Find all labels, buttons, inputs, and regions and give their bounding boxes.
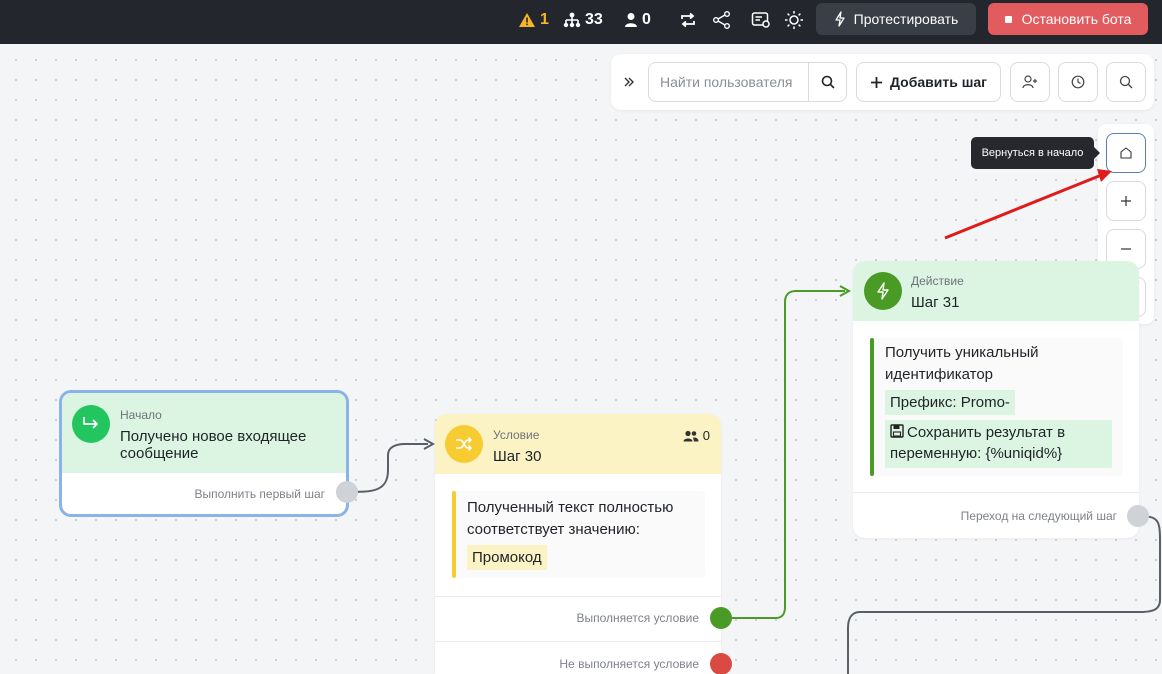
action-output-label: Переход на следующий шаг <box>960 509 1117 523</box>
stop-icon <box>1004 15 1012 23</box>
condition-text: Полученный текст полностью соответствует… <box>467 499 674 538</box>
users-count: 0 <box>642 11 651 28</box>
share-button[interactable] <box>711 9 733 31</box>
action-divider <box>853 492 1139 493</box>
condition-card-bar <box>452 491 456 578</box>
floppy-icon <box>890 424 904 438</box>
condition-node-users-count: 0 <box>702 428 710 443</box>
steps-count: 33 <box>585 11 603 28</box>
top-bar: 1 33 0 Протестировать Остановить бота <box>0 0 1162 44</box>
theme-toggle-button[interactable] <box>783 9 805 31</box>
condition-node-icon <box>445 425 483 463</box>
share-icon <box>713 11 730 29</box>
connection-start-to-condition <box>346 443 428 493</box>
users-icon <box>683 430 699 441</box>
arrow-right-icon <box>83 417 98 429</box>
bot-settings-button[interactable] <box>750 9 772 31</box>
condition-true-label: Выполняется условие <box>576 611 699 625</box>
action-node-title: Шаг 31 <box>911 294 960 311</box>
test-button[interactable]: Протестировать <box>816 3 976 35</box>
start-node-output-port[interactable] <box>336 481 358 503</box>
condition-card: Полученный текст полностью соответствует… <box>452 491 705 578</box>
condition-node-title: Шаг 30 <box>493 448 542 465</box>
condition-divider-1 <box>435 596 721 597</box>
repeat-icon <box>681 12 695 28</box>
action-prefix-chip: Префикс: Promo- <box>885 390 1015 415</box>
condition-node-type: Условие <box>493 428 540 442</box>
connection-condition-to-action <box>721 290 845 619</box>
action-node-icon <box>864 272 902 310</box>
condition-false-label: Не выполняется условие <box>559 657 699 671</box>
shuffle-icon <box>456 436 473 452</box>
lightning-icon <box>877 282 889 300</box>
warnings-counter[interactable]: 1 <box>518 10 549 30</box>
test-button-label: Протестировать <box>853 11 959 27</box>
condition-node-users: 0 <box>683 428 710 443</box>
warnings-count: 1 <box>540 11 549 28</box>
condition-value-chip: Промокод <box>467 545 547 570</box>
connection-action-next <box>847 515 1161 674</box>
sun-icon <box>785 11 803 29</box>
condition-false-port[interactable] <box>710 653 732 674</box>
warning-icon <box>519 13 535 27</box>
hierarchy-icon <box>563 12 581 28</box>
annotation-arrow <box>944 172 1105 240</box>
repeat-button[interactable] <box>677 9 699 31</box>
start-node-title: Получено новое входящее сообщение <box>120 428 307 462</box>
stop-bot-button[interactable]: Остановить бота <box>988 3 1148 35</box>
user-icon <box>625 13 637 27</box>
action-card: Получить уникальный идентификатор Префик… <box>870 338 1123 476</box>
action-node[interactable]: Действие Шаг 31 Получить уникальный иден… <box>853 261 1139 538</box>
stop-bot-label: Остановить бота <box>1021 11 1132 27</box>
users-counter[interactable]: 0 <box>624 10 651 30</box>
start-node-output-label: Выполнить первый шаг <box>194 487 325 501</box>
action-save-chip: Сохранить результат в переменную: {%uniq… <box>885 420 1112 468</box>
start-node-icon <box>72 405 110 443</box>
action-node-type: Действие <box>911 274 964 288</box>
action-save-text: Сохранить результат в переменную: {%uniq… <box>890 424 1066 462</box>
condition-node[interactable]: Условие Шаг 30 0 Полученный текст полнос… <box>435 414 721 674</box>
settings-card-icon <box>751 12 770 28</box>
steps-counter[interactable]: 33 <box>563 10 603 30</box>
start-node[interactable]: Начало Получено новое входящее сообщение… <box>59 390 349 517</box>
condition-true-port[interactable] <box>710 607 732 629</box>
condition-divider-2 <box>435 641 721 642</box>
action-text: Получить уникальный идентификатор <box>885 344 1039 383</box>
start-node-type: Начало <box>120 408 162 422</box>
action-card-bar <box>870 338 874 476</box>
lightning-icon <box>835 11 845 27</box>
action-output-port[interactable] <box>1127 505 1149 527</box>
